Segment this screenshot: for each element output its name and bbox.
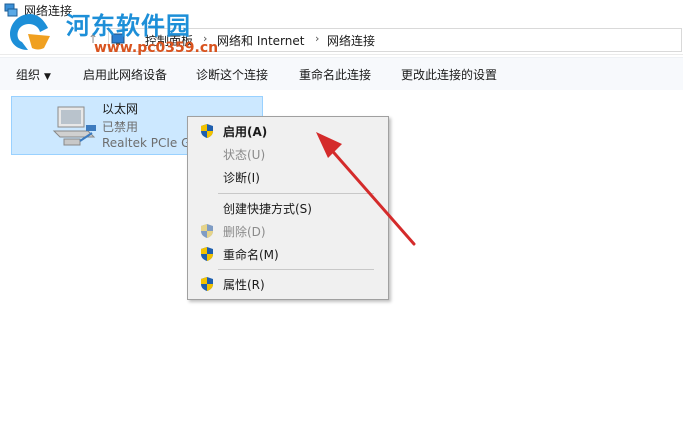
control-panel-icon (111, 33, 125, 45)
command-bar: 组织 ▼ 启用此网络设备 诊断这个连接 重命名此连接 更改此连接的设置 (0, 57, 683, 91)
organize-menu[interactable]: 组织 ▼ (16, 66, 51, 83)
menu-item-properties[interactable]: 属性(R) (190, 273, 386, 295)
organize-label: 组织 (16, 68, 41, 82)
menu-item-label: 状态(U) (223, 148, 266, 162)
breadcrumb-network-connections[interactable]: 网络连接 (327, 32, 375, 49)
diagnose-button[interactable]: 诊断这个连接 (196, 66, 268, 83)
uac-shield-icon (201, 247, 213, 261)
menu-item-delete: 删除(D) (190, 220, 386, 242)
rename-button[interactable]: 重命名此连接 (299, 66, 371, 83)
chevron-right-icon: › (315, 32, 320, 45)
uac-shield-icon (201, 224, 213, 238)
change-settings-button[interactable]: 更改此连接的设置 (401, 66, 497, 83)
title-bar: 网络连接 (0, 0, 683, 22)
address-bar: ↑ 控制面板 › 网络和 Internet › 网络连接 (0, 26, 683, 55)
menu-item-label: 创建快捷方式(S) (223, 202, 312, 216)
menu-item-label: 属性(R) (223, 278, 265, 292)
menu-item-status: 状态(U) (190, 143, 386, 165)
menu-item-label: 诊断(I) (223, 171, 260, 185)
breadcrumb[interactable]: 控制面板 › 网络和 Internet › 网络连接 (108, 28, 682, 52)
caret-down-icon: ▼ (44, 72, 51, 82)
breadcrumb-control-panel[interactable]: 控制面板 (145, 32, 193, 49)
menu-item-create-shortcut[interactable]: 创建快捷方式(S) (190, 197, 386, 219)
window-title: 网络连接 (24, 4, 73, 18)
menu-separator (218, 193, 374, 194)
context-menu: 启用(A) 状态(U) 诊断(I) 创建快捷方式(S) 删除(D) 重命名(M) (187, 116, 389, 300)
menu-item-label: 启用(A) (223, 125, 268, 139)
breadcrumb-network-internet[interactable]: 网络和 Internet (217, 32, 304, 49)
ethernet-adapter-icon (52, 106, 96, 146)
menu-item-diagnose[interactable]: 诊断(I) (190, 166, 386, 188)
up-arrow-icon[interactable]: ↑ (84, 30, 102, 48)
menu-item-enable[interactable]: 启用(A) (190, 120, 386, 142)
adapter-description: Realtek PCIe G (102, 136, 191, 150)
adapter-status: 已禁用 (102, 120, 139, 134)
enable-device-button[interactable]: 启用此网络设备 (83, 66, 167, 83)
menu-item-label: 删除(D) (223, 225, 266, 239)
menu-separator (218, 269, 374, 270)
adapter-name: 以太网 (102, 102, 139, 116)
menu-item-label: 重命名(M) (223, 248, 279, 262)
menu-item-rename[interactable]: 重命名(M) (190, 243, 386, 265)
network-connections-icon (4, 3, 18, 17)
uac-shield-icon (201, 124, 213, 138)
uac-shield-icon (201, 277, 213, 291)
chevron-right-icon: › (203, 32, 208, 45)
